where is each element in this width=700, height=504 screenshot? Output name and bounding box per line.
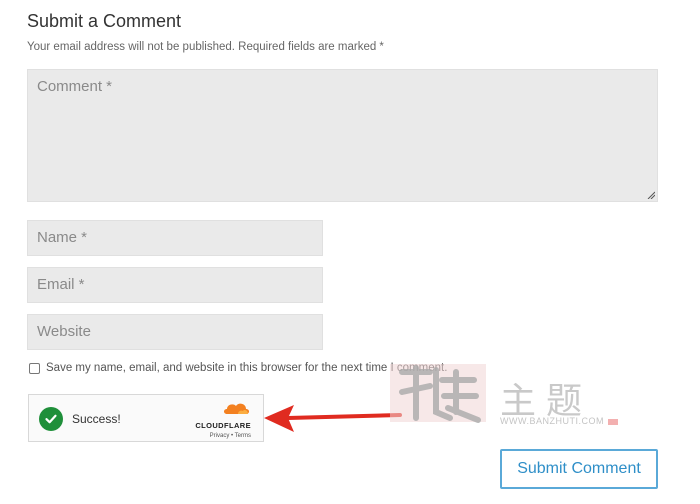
watermark-url-text: WWW.BANZHUTI.COM <box>500 416 604 426</box>
email-field[interactable]: Email * <box>27 267 323 303</box>
cloudflare-logo: CLOUDFLARE Privacy • Terms <box>189 401 251 439</box>
form-title: Submit a Comment <box>27 11 182 31</box>
email-placeholder: Email * <box>37 276 85 293</box>
resize-handle-icon[interactable] <box>647 191 655 199</box>
website-field[interactable]: Website <box>27 314 323 350</box>
save-info-row[interactable]: Save my name, email, and website in this… <box>29 362 447 374</box>
website-placeholder: Website <box>37 323 91 340</box>
privacy-terms-links[interactable]: Privacy • Terms <box>189 433 251 439</box>
turnstile-status: Success! <box>72 412 121 426</box>
watermark-mark <box>608 418 618 425</box>
submit-comment-button[interactable]: Submit Comment <box>500 449 658 489</box>
comment-textarea[interactable]: Comment * <box>27 69 658 202</box>
required-fields-note: Your email address will not be published… <box>27 41 384 53</box>
name-placeholder: Name * <box>37 229 88 246</box>
red-arrow-icon <box>264 405 402 432</box>
save-info-checkbox[interactable] <box>29 362 40 374</box>
watermark-url: WWW.BANZHUTI.COM <box>500 416 618 426</box>
save-info-label: Save my name, email, and website in this… <box>46 362 448 374</box>
watermark-stamp-icon <box>390 364 486 423</box>
name-field[interactable]: Name * <box>27 220 323 256</box>
cloudflare-wordmark: CLOUDFLARE <box>195 421 251 430</box>
comment-placeholder: Comment * <box>37 78 113 95</box>
cloudflare-turnstile-widget[interactable]: Success! CLOUDFLARE Privacy • Terms <box>28 394 264 442</box>
check-circle-icon <box>39 407 63 431</box>
cloud-icon <box>224 403 249 414</box>
